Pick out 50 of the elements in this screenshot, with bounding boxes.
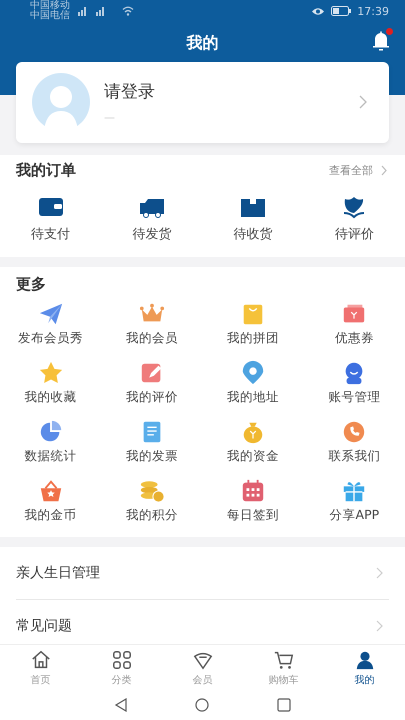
order-status-item[interactable]: 待评价 <box>304 192 405 243</box>
feature-item[interactable]: 联系我们 <box>304 419 405 478</box>
home-button[interactable] <box>195 698 210 712</box>
order-status-item[interactable]: 待收货 <box>202 192 304 243</box>
carrier-name: 中国电信 <box>30 11 70 21</box>
feature-item[interactable]: 我的地址 <box>202 360 304 420</box>
feature-item[interactable]: 我的发票 <box>101 419 202 478</box>
login-prompt: 请登录 <box>104 81 156 104</box>
view-all-link[interactable]: 查看全部 <box>329 163 387 178</box>
feature-item[interactable]: 账号管理 <box>304 360 405 420</box>
grid-icon <box>110 648 132 671</box>
chevron-right-icon <box>381 165 387 176</box>
page-title: 我的 <box>186 32 218 54</box>
profile-subtitle: — <box>104 111 116 124</box>
feature-item[interactable]: 我的拼团 <box>202 301 304 360</box>
feature-item[interactable]: 每日签到 <box>202 478 304 538</box>
recents-icon <box>277 698 292 712</box>
feature-item[interactable]: 我的会员 <box>101 301 202 360</box>
feature-item[interactable]: 我的积分 <box>101 478 202 538</box>
menu-row[interactable]: 亲人生日管理 <box>16 547 389 600</box>
notification-button[interactable] <box>371 30 391 52</box>
recents-button[interactable] <box>277 698 292 712</box>
feature-item[interactable]: 我的收藏 <box>0 360 102 420</box>
tab-bar-item[interactable]: 我的 <box>324 645 405 690</box>
feature-item[interactable]: 数据统计 <box>0 419 102 478</box>
carrier-name: 中国移动 <box>30 1 70 11</box>
chevron-right-icon <box>376 620 383 632</box>
feature-item[interactable]: 优惠券 <box>304 301 405 360</box>
section-title: 更多 <box>15 274 47 296</box>
bell-icon <box>371 30 391 52</box>
section-title: 我的订单 <box>16 161 77 180</box>
feature-item[interactable]: 发布会员秀 <box>0 301 102 360</box>
feature-item[interactable]: 分享APP <box>304 478 405 538</box>
chevron-right-icon <box>359 95 367 110</box>
eye-icon <box>311 6 326 16</box>
wifi-icon <box>122 6 134 16</box>
feature-item[interactable]: 我的金币 <box>0 478 102 538</box>
feature-item[interactable]: 我的评价 <box>101 360 202 420</box>
chevron-right-icon <box>376 567 383 580</box>
home-circle-icon <box>195 698 210 712</box>
home-icon <box>30 648 52 671</box>
back-icon <box>114 698 128 712</box>
feature-item[interactable]: 我的资金 <box>202 419 304 478</box>
back-button[interactable] <box>114 698 128 712</box>
login-card[interactable]: 请登录 — <box>16 62 389 143</box>
order-status-item[interactable]: 待支付 <box>0 192 102 243</box>
status-time: 17:39 <box>357 4 389 18</box>
battery-icon <box>331 6 352 16</box>
order-status-item[interactable]: 待发货 <box>101 192 202 243</box>
avatar-icon <box>32 73 90 132</box>
